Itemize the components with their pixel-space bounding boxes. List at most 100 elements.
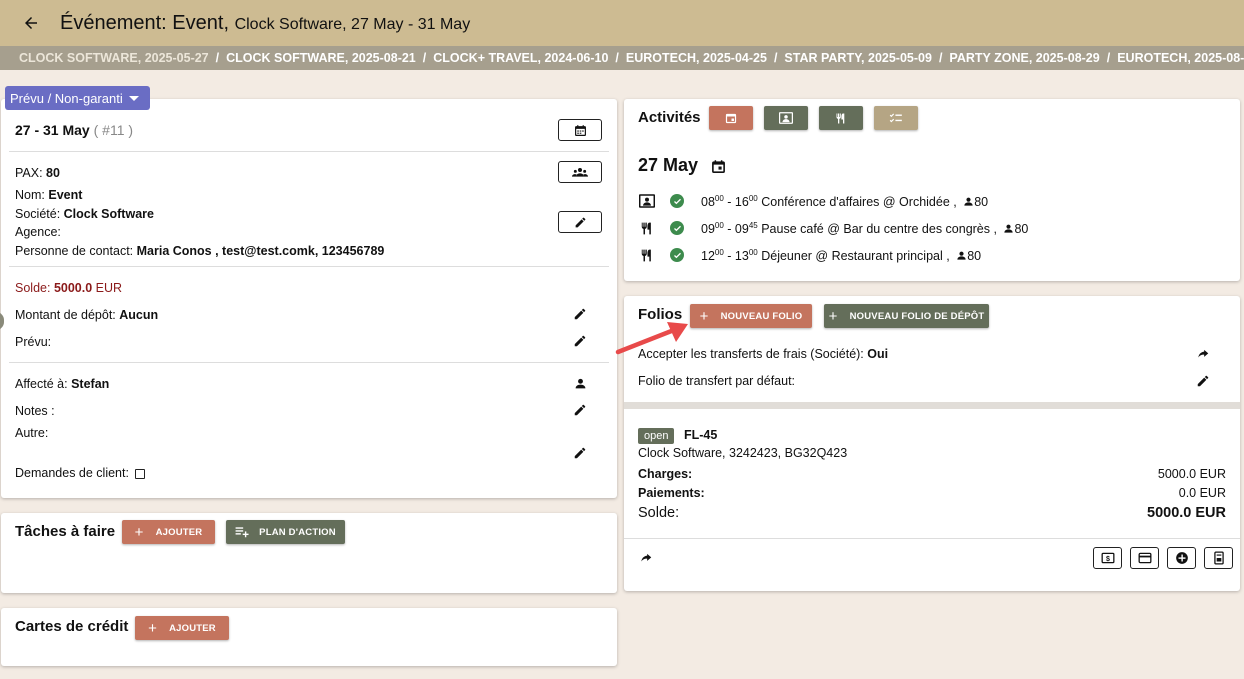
edit-event-button[interactable] — [558, 211, 602, 233]
edit-notes-button[interactable] — [571, 401, 589, 419]
folio-id[interactable]: FL-45 — [684, 428, 717, 442]
action-plan-button[interactable]: PLAN D'ACTION — [226, 520, 345, 544]
activity-calendar-button[interactable] — [709, 106, 753, 130]
pencil-icon — [574, 447, 586, 459]
agency-label: Agence: — [15, 225, 61, 239]
balance-label: Solde: — [15, 281, 51, 295]
folio-transfer-button[interactable] — [637, 549, 655, 567]
activity-description: Déjeuner @ Restaurant principal , — [761, 249, 950, 263]
credit-card-icon — [1138, 552, 1151, 564]
activity-end-minute: 00 — [748, 248, 758, 257]
folio-money-button[interactable]: $ — [1093, 547, 1122, 569]
pax-label: PAX: — [15, 166, 43, 180]
activities-title: Activités — [638, 109, 701, 126]
name-label: Nom: — [15, 188, 45, 202]
event-dates-value: 27 - 31 May — [15, 122, 90, 138]
activity-checklist-button[interactable] — [874, 106, 918, 130]
person-icon — [575, 378, 585, 388]
new-folio-button[interactable]: + NOUVEAU FOLIO — [690, 304, 812, 328]
pencil-icon — [1197, 375, 1209, 387]
new-folio-label: NOUVEAU FOLIO — [720, 310, 803, 322]
breadcrumb-separator: / — [422, 51, 427, 65]
caret-down-icon — [129, 96, 139, 101]
section-separator — [624, 402, 1240, 409]
calendar-icon — [574, 124, 586, 136]
add-credit-card-label: AJOUTER — [169, 622, 216, 634]
restaurant-icon — [639, 220, 655, 236]
annotation-arrow-icon — [615, 322, 688, 355]
balance-amount: 5000.0 — [53, 281, 93, 295]
contact-value: Maria Conos , test@test.comk, 123456789 — [136, 244, 385, 258]
plus-icon: + — [828, 307, 838, 325]
folio-payments-label: Paiements: — [638, 486, 705, 500]
folio-status-badge: open — [638, 428, 675, 444]
name-row: Nom: Event — [15, 188, 82, 202]
divider — [9, 362, 609, 363]
add-credit-card-button[interactable]: + AJOUTER — [135, 616, 229, 640]
presentation-icon — [779, 112, 793, 124]
event-details-card: 27 - 31 May ( #11 ) PAX: 80 Nom: Event S… — [1, 99, 617, 498]
groups-button[interactable] — [558, 161, 602, 183]
activity-end-hour: 16 — [734, 195, 749, 209]
activities-date: 27 May — [638, 155, 699, 175]
activity-item[interactable]: 0800 - 1600 Conférence d'affaires @ Orch… — [701, 194, 988, 209]
folio-card-payment-button[interactable] — [1130, 547, 1159, 569]
pencil-icon — [574, 404, 586, 416]
edit-default-transfer-button[interactable] — [1194, 372, 1212, 390]
folio-charges-value: 5000.0 EUR — [1157, 467, 1226, 481]
person-icon — [1004, 224, 1014, 233]
event-number: ( #11 ) — [93, 122, 134, 138]
activity-start-minute: 00 — [714, 221, 724, 230]
plus-icon: + — [699, 307, 709, 325]
add-task-button[interactable]: + AJOUTER — [122, 520, 215, 544]
folio-invoice-button[interactable] — [1204, 547, 1233, 569]
breadcrumb-item[interactable]: CLOCK+ TRAVEL, 2024-06-10 — [433, 51, 608, 65]
pax-row: PAX: 80 — [15, 166, 60, 180]
breadcrumb-item[interactable]: STAR PARTY, 2025-05-09 — [784, 51, 932, 65]
activity-restaurant-button[interactable] — [819, 106, 863, 130]
groups-icon — [572, 168, 588, 177]
edit-planned-button[interactable] — [571, 332, 589, 350]
breadcrumb-item[interactable]: EUROTECH, 2025-04-25 — [626, 51, 767, 65]
activity-start-hour: 09 — [701, 222, 715, 236]
folio-add-button[interactable] — [1167, 547, 1196, 569]
activity-end-minute: 00 — [748, 194, 758, 203]
pencil-icon — [574, 308, 586, 320]
calendar-button[interactable] — [558, 119, 602, 141]
add-task-label: AJOUTER — [155, 526, 203, 538]
client-requests-checkbox[interactable] — [135, 469, 145, 479]
activity-item[interactable]: 1200 - 1300 Déjeuner @ Restaurant princi… — [701, 248, 981, 263]
deposit-label: Montant de dépôt: — [15, 308, 116, 322]
activity-description: Conférence d'affaires @ Orchidée , — [761, 195, 957, 209]
planned-label: Prévu: — [15, 335, 52, 349]
activity-meeting-button[interactable] — [764, 106, 808, 130]
breadcrumb-item[interactable]: CLOCK SOFTWARE, 2025-08-21 — [226, 51, 416, 65]
assign-user-button[interactable] — [571, 374, 589, 392]
breadcrumb-item[interactable]: EUROTECH, 2025-08-21 — [1117, 51, 1244, 65]
new-deposit-folio-button[interactable]: + NOUVEAU FOLIO DE DÉPÔT — [824, 304, 989, 328]
company-row: Société: Clock Software — [15, 207, 154, 221]
credit-cards-card: Cartes de crédit + AJOUTER — [1, 608, 617, 666]
back-arrow-icon[interactable] — [19, 11, 43, 35]
check-circle-icon — [670, 221, 684, 235]
breadcrumb-item[interactable]: PARTY ZONE, 2025-08-29 — [949, 51, 1099, 65]
status-select[interactable]: Prévu / Non-garanti — [5, 86, 150, 110]
page-title: Événement: Event, Clock Software, 27 May… — [60, 11, 471, 34]
breadcrumb-separator: / — [1106, 51, 1111, 65]
forward-arrow-icon — [641, 553, 652, 562]
forward-arrow-icon — [1198, 349, 1209, 358]
accept-transfer-value: Oui — [867, 347, 889, 361]
add-circle-icon — [1175, 552, 1188, 564]
edit-deposit-button[interactable] — [571, 305, 589, 323]
transfer-forward-button[interactable] — [1194, 345, 1212, 363]
activities-card: Activités 27 May 0800 - 1600 Conférence … — [624, 99, 1240, 281]
edit-other-button[interactable] — [571, 444, 589, 462]
activity-item[interactable]: 0900 - 0945 Pause café @ Bar du centre d… — [701, 221, 1028, 236]
breadcrumb-item[interactable]: CLOCK SOFTWARE, 2025-05-27 — [19, 51, 209, 65]
activity-pax: 80 — [967, 249, 982, 263]
svg-text:$: $ — [1106, 556, 1110, 563]
event-icon[interactable] — [711, 159, 726, 174]
money-icon: $ — [1101, 552, 1114, 564]
divider — [624, 538, 1240, 539]
client-requests-label: Demandes de client: — [15, 466, 129, 480]
